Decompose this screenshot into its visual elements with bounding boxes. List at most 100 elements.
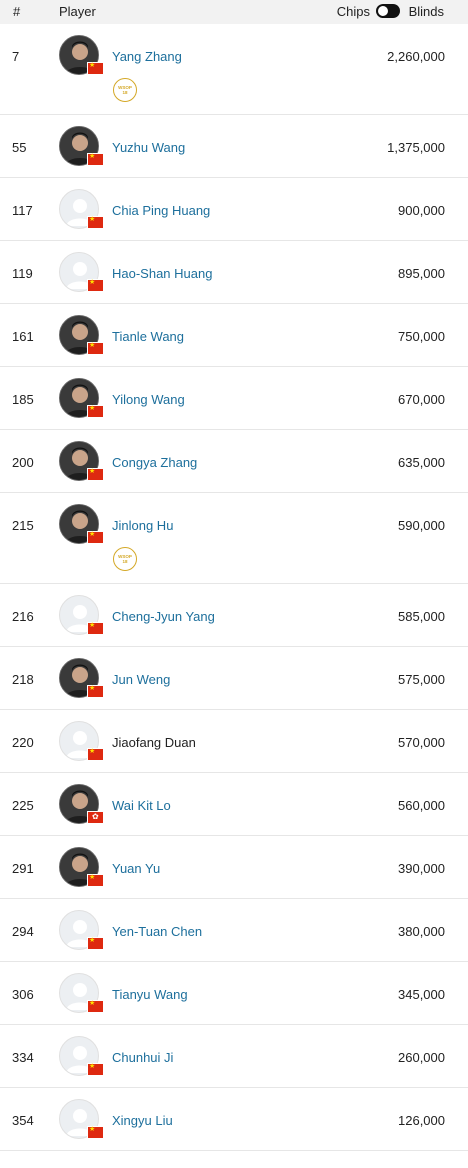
table-row: 225 ✿ Wai Kit Lo 560,000 bbox=[0, 773, 468, 836]
player-rank: 200 bbox=[12, 455, 34, 470]
chip-count: 895,000 bbox=[398, 266, 445, 281]
player-name-link[interactable]: Yuzhu Wang bbox=[112, 140, 185, 155]
chip-count: 585,000 bbox=[398, 609, 445, 624]
player-name-link[interactable]: Tianle Wang bbox=[112, 329, 184, 344]
player-name-link[interactable]: Congya Zhang bbox=[112, 455, 197, 470]
chip-count: 260,000 bbox=[398, 1050, 445, 1065]
chip-count: 126,000 bbox=[398, 1113, 445, 1128]
table-row: 354 ★ Xingyu Liu 126,000 bbox=[0, 1088, 468, 1151]
player-name-link[interactable]: Cheng-Jyun Yang bbox=[112, 609, 215, 624]
player-rank: 55 bbox=[12, 140, 27, 155]
chip-count: 390,000 bbox=[398, 861, 445, 876]
flag-star-icon: ★ bbox=[89, 216, 96, 223]
table-row: 117 ★ Chia Ping Huang 900,000 bbox=[0, 178, 468, 241]
china-flag-icon: ★ bbox=[87, 622, 104, 635]
player-rank: 161 bbox=[12, 329, 34, 344]
chip-count: 380,000 bbox=[398, 924, 445, 939]
flag-star-icon: ★ bbox=[89, 1000, 96, 1007]
flag-star-icon: ★ bbox=[89, 342, 96, 349]
wsop-badge-icon[interactable]: WSOP 18 bbox=[113, 78, 137, 102]
player-rank: 215 bbox=[12, 518, 34, 533]
table-row: 215 ★ Jinlong Hu WSOP 18 590,000 bbox=[0, 493, 468, 584]
china-flag-icon: ★ bbox=[87, 62, 104, 75]
flag-star-icon: ★ bbox=[89, 685, 96, 692]
table-row: 200 ★ Congya Zhang 635,000 bbox=[0, 430, 468, 493]
player-rank: 334 bbox=[12, 1050, 34, 1065]
flag-star-icon: ★ bbox=[89, 279, 96, 286]
player-rank: 218 bbox=[12, 672, 34, 687]
chip-count: 570,000 bbox=[398, 735, 445, 750]
player-rank: 185 bbox=[12, 392, 34, 407]
china-flag-icon: ★ bbox=[87, 216, 104, 229]
china-flag-icon: ★ bbox=[87, 685, 104, 698]
badge-line-2: 18 bbox=[122, 90, 128, 95]
player-rank: 117 bbox=[12, 203, 33, 218]
china-flag-icon: ★ bbox=[87, 153, 104, 166]
player-rank: 225 bbox=[12, 798, 34, 813]
player-name-link[interactable]: Yuan Yu bbox=[112, 861, 160, 876]
chip-count: 750,000 bbox=[398, 329, 445, 344]
table-row: 216 ★ Cheng-Jyun Yang 585,000 bbox=[0, 584, 468, 647]
player-name-link[interactable]: Xingyu Liu bbox=[112, 1113, 173, 1128]
flag-star-icon: ★ bbox=[89, 937, 96, 944]
china-flag-icon: ★ bbox=[87, 531, 104, 544]
flag-star-icon: ★ bbox=[89, 468, 96, 475]
china-flag-icon: ★ bbox=[87, 405, 104, 418]
flag-star-icon: ★ bbox=[89, 748, 96, 755]
player-name-link[interactable]: Tianyu Wang bbox=[112, 987, 188, 1002]
flag-star-icon: ★ bbox=[89, 62, 96, 69]
wsop-badge-icon[interactable]: WSOP 18 bbox=[113, 547, 137, 571]
table-row: 334 ★ Chunhui Ji 260,000 bbox=[0, 1025, 468, 1088]
flag-star-icon: ★ bbox=[89, 1126, 96, 1133]
player-name-link[interactable]: Chunhui Ji bbox=[112, 1050, 173, 1065]
china-flag-icon: ★ bbox=[87, 874, 104, 887]
player-name-link[interactable]: Jinlong Hu bbox=[112, 518, 173, 533]
chip-count: 900,000 bbox=[398, 203, 445, 218]
player-name-link[interactable]: Hao-Shan Huang bbox=[112, 266, 212, 281]
flag-star-icon: ★ bbox=[89, 622, 96, 629]
flag-star-icon: ✿ bbox=[92, 812, 99, 821]
chip-count: 345,000 bbox=[398, 987, 445, 1002]
player-name-link: Jiaofang Duan bbox=[112, 735, 196, 750]
flag-star-icon: ★ bbox=[89, 153, 96, 160]
china-flag-icon: ★ bbox=[87, 1063, 104, 1076]
chip-count: 670,000 bbox=[398, 392, 445, 407]
chip-count: 575,000 bbox=[398, 672, 445, 687]
chip-count: 560,000 bbox=[398, 798, 445, 813]
player-name-link[interactable]: Wai Kit Lo bbox=[112, 798, 171, 813]
table-row: 220 ★ Jiaofang Duan 570,000 bbox=[0, 710, 468, 773]
china-flag-icon: ★ bbox=[87, 937, 104, 950]
table-row: 161 ★ Tianle Wang 750,000 bbox=[0, 304, 468, 367]
player-rank: 220 bbox=[12, 735, 34, 750]
player-name-link[interactable]: Chia Ping Huang bbox=[112, 203, 210, 218]
chip-count: 2,260,000 bbox=[387, 49, 445, 64]
table-header: # Player Chips Blinds bbox=[0, 0, 468, 24]
player-rank: 291 bbox=[12, 861, 34, 876]
chip-count: 635,000 bbox=[398, 455, 445, 470]
chip-count: 590,000 bbox=[398, 518, 445, 533]
chips-label: Chips bbox=[336, 4, 370, 19]
table-row: 55 ★ Yuzhu Wang 1,375,000 bbox=[0, 115, 468, 178]
china-flag-icon: ★ bbox=[87, 748, 104, 761]
table-row: 185 ★ Yilong Wang 670,000 bbox=[0, 367, 468, 430]
player-rank: 216 bbox=[12, 609, 34, 624]
table-row: 7 ★ Yang Zhang WSOP 18 2,260,000 bbox=[0, 24, 468, 115]
badge-line-2: 18 bbox=[122, 559, 128, 564]
china-flag-icon: ★ bbox=[87, 279, 104, 292]
player-rank: 294 bbox=[12, 924, 34, 939]
blinds-label: Blinds bbox=[408, 4, 444, 19]
player-name-link[interactable]: Yang Zhang bbox=[112, 49, 182, 64]
player-name-link[interactable]: Yilong Wang bbox=[112, 392, 185, 407]
chip-count: 1,375,000 bbox=[387, 140, 445, 155]
toggle-knob bbox=[378, 6, 388, 16]
table-row: 218 ★ Jun Weng 575,000 bbox=[0, 647, 468, 710]
player-name-link[interactable]: Yen-Tuan Chen bbox=[112, 924, 202, 939]
china-flag-icon: ★ bbox=[87, 468, 104, 481]
player-name-link[interactable]: Jun Weng bbox=[112, 672, 170, 687]
flag-star-icon: ★ bbox=[89, 405, 96, 412]
flag-star-icon: ★ bbox=[89, 1063, 96, 1070]
china-flag-icon: ★ bbox=[87, 342, 104, 355]
player-list: 7 ★ Yang Zhang WSOP 18 2,260,000 55 ★ Yuzhu Wang… bbox=[0, 24, 468, 1151]
flag-star-icon: ★ bbox=[89, 874, 96, 881]
chips-blinds-toggle[interactable] bbox=[376, 4, 400, 18]
